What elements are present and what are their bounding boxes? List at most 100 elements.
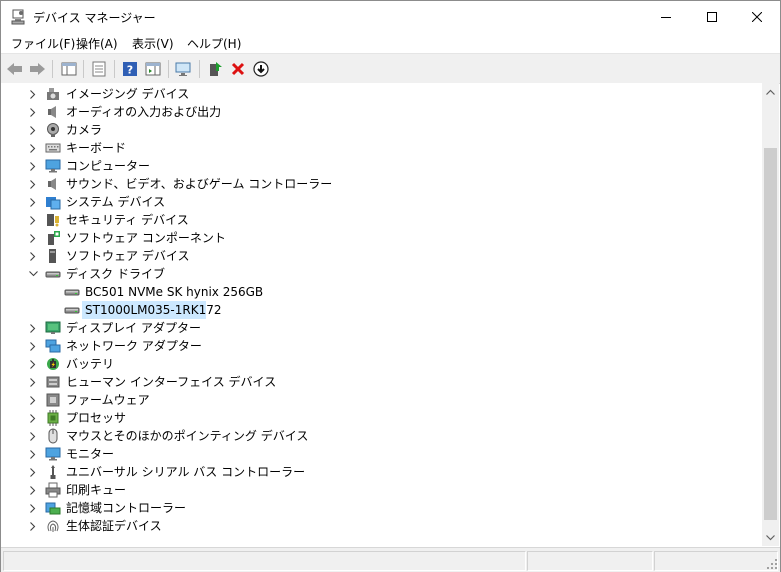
network-adapter-icon (45, 338, 61, 354)
device-tree[interactable]: イメージング デバイス オーディオの入力および出力 カメラキーボードコンピューターサ… (1, 83, 762, 546)
tree-category-item[interactable]: オーディオの入力および出力 (1, 103, 762, 121)
tree-item-label: コンピューター (66, 159, 151, 173)
properties-button[interactable] (89, 59, 109, 79)
tree-item-label: ヒューマン インターフェイス デバイス (66, 375, 277, 389)
tree-category-item[interactable]: 印刷キュー (1, 481, 762, 499)
tree-item-label: ソフトウェア コンポーネント (66, 231, 226, 245)
minimize-button[interactable] (643, 1, 689, 32)
disk-drive-icon (45, 266, 61, 282)
camera-device-icon (45, 86, 61, 102)
toolbar: ? (1, 53, 780, 84)
battery-icon (45, 356, 61, 372)
tree-category-item[interactable]: ヒューマン インターフェイス デバイス (1, 373, 762, 391)
scan-monitor-icon (175, 62, 191, 76)
chevron-right-icon[interactable] (27, 193, 39, 211)
chevron-right-icon[interactable] (27, 211, 39, 229)
chevron-right-icon[interactable] (27, 157, 39, 175)
toolbar-separator (168, 60, 169, 78)
tree-device-item[interactable]: ST1000LM035-1RK172 (1, 301, 762, 319)
tree-category-item[interactable]: サウンド、ビデオ、およびゲーム コントローラー (1, 175, 762, 193)
chevron-right-icon[interactable] (27, 499, 39, 517)
tree-category-item[interactable]: 記憶域コントローラー (1, 499, 762, 517)
tree-item-label: キーボード (66, 141, 127, 155)
uninstall-device-button[interactable] (228, 59, 248, 79)
chevron-right-icon[interactable] (27, 337, 39, 355)
tree-category-item[interactable]: カメラ (1, 121, 762, 139)
tree-item-label: 記憶域コントローラー (66, 501, 187, 515)
tree-category-item[interactable]: ソフトウェア デバイス (1, 247, 762, 265)
software-component-icon (45, 230, 61, 246)
scroll-down-button[interactable] (762, 529, 779, 546)
tree-category-item[interactable]: システム デバイス (1, 193, 762, 211)
tree-category-item[interactable]: ソフトウェア コンポーネント (1, 229, 762, 247)
menu-action[interactable]: 操作(A) (76, 35, 118, 52)
action-pane-icon (145, 62, 161, 76)
down-arrow-circle-icon (253, 61, 269, 77)
chevron-right-icon[interactable] (27, 175, 39, 193)
chevron-right-icon[interactable] (27, 247, 39, 265)
tree-category-item[interactable]: キーボード (1, 139, 762, 157)
action-pane-button[interactable] (143, 59, 163, 79)
firmware-icon (45, 392, 61, 408)
help-button[interactable]: ? (120, 59, 140, 79)
console-tree-icon (61, 62, 77, 76)
resize-grip-icon[interactable] (766, 558, 778, 570)
tree-category-item[interactable]: ファームウェア (1, 391, 762, 409)
chevron-right-icon[interactable] (27, 481, 39, 499)
close-button[interactable] (734, 1, 780, 32)
tree-category-item[interactable]: ディスプレイ アダプター (1, 319, 762, 337)
chevron-right-icon[interactable] (27, 139, 39, 157)
tree-device-item[interactable]: BC501 NVMe SK hynix 256GB (1, 283, 762, 301)
speaker-icon (45, 104, 61, 120)
menu-file[interactable]: ファイル(F) (11, 35, 75, 52)
webcam-icon (45, 122, 61, 138)
chevron-right-icon[interactable] (27, 103, 39, 121)
scroll-thumb[interactable] (764, 148, 777, 520)
chevron-right-icon[interactable] (27, 229, 39, 247)
tree-category-item[interactable]: ユニバーサル シリアル バス コントローラー (1, 463, 762, 481)
tree-category-item[interactable]: セキュリティ デバイス (1, 211, 762, 229)
title-bar[interactable]: デバイス マネージャー (1, 1, 780, 32)
forward-button[interactable] (27, 59, 47, 79)
tree-item-label: ディスプレイ アダプター (66, 321, 201, 335)
tree-category-item[interactable]: ネットワーク アダプター (1, 337, 762, 355)
tree-item-label: モニター (66, 447, 115, 461)
tree-category-item[interactable]: モニター (1, 445, 762, 463)
chevron-right-icon[interactable] (27, 373, 39, 391)
update-driver-button[interactable] (205, 59, 225, 79)
chevron-down-icon[interactable] (27, 265, 39, 283)
menu-bar: ファイル(F) 操作(A) 表示(V) ヘルプ(H) (1, 32, 780, 53)
processor-icon (45, 410, 61, 426)
tree-category-item[interactable]: バッテリ (1, 355, 762, 373)
menu-view[interactable]: 表示(V) (132, 35, 174, 52)
tree-item-label: ユニバーサル シリアル バス コントローラー (66, 465, 306, 479)
chevron-right-icon[interactable] (27, 463, 39, 481)
scan-hardware-button[interactable] (174, 59, 194, 79)
menu-help[interactable]: ヘルプ(H) (187, 35, 241, 52)
show-hide-console-tree-button[interactable] (59, 59, 79, 79)
chevron-right-icon[interactable] (27, 319, 39, 337)
chevron-right-icon[interactable] (27, 427, 39, 445)
status-segment (527, 551, 653, 571)
maximize-button[interactable] (689, 1, 735, 32)
tree-item-label: 生体認証デバイス (66, 519, 162, 533)
tree-category-item[interactable]: コンピューター (1, 157, 762, 175)
chevron-right-icon[interactable] (27, 445, 39, 463)
chevron-right-icon[interactable] (27, 355, 39, 373)
vertical-scrollbar[interactable] (762, 83, 779, 546)
tree-category-item[interactable]: ディスク ドライブ (1, 265, 762, 283)
tree-category-item[interactable]: プロセッサ (1, 409, 762, 427)
chevron-right-icon[interactable] (27, 85, 39, 103)
tree-item-label: システム デバイス (66, 195, 166, 209)
scroll-up-button[interactable] (762, 83, 779, 100)
chevron-right-icon[interactable] (27, 121, 39, 139)
tree-category-item[interactable]: マウスとそのほかのポインティング デバイス (1, 427, 762, 445)
tree-category-item[interactable]: 生体認証デバイス (1, 517, 762, 535)
chevron-right-icon[interactable] (27, 517, 39, 535)
tree-category-item[interactable]: イメージング デバイス (1, 85, 762, 103)
chevron-right-icon[interactable] (27, 409, 39, 427)
disable-device-button[interactable] (251, 59, 271, 79)
back-button[interactable] (5, 59, 25, 79)
chevron-right-icon[interactable] (27, 391, 39, 409)
speaker-icon (45, 176, 61, 192)
